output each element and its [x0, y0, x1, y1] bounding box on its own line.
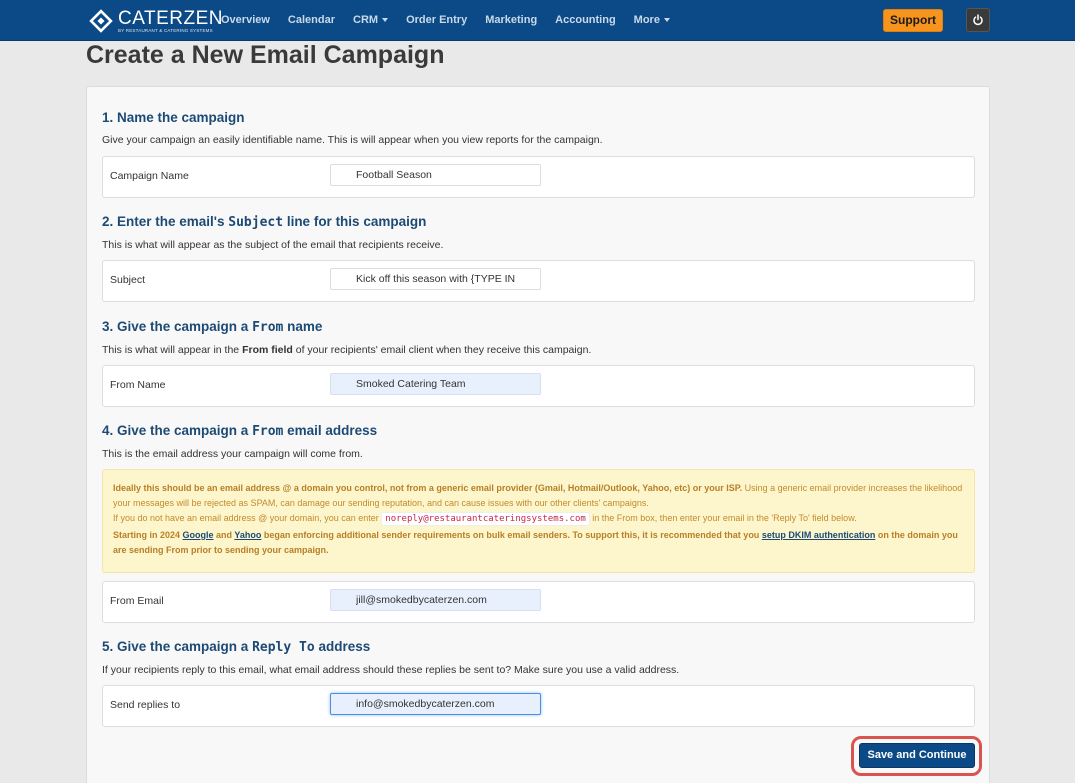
section-subject-title: 2. Enter the email's Subject line for th… — [102, 214, 426, 230]
warning-line-2: If you do not have an email address @ yo… — [113, 511, 964, 527]
title-text: line for this campaign — [283, 214, 427, 229]
noreply-address-code: noreply@restaurantcateringsystems.com — [381, 512, 590, 527]
reply-to-input[interactable] — [330, 693, 541, 715]
title-text: address — [314, 639, 371, 654]
nav-overview[interactable]: Overview — [212, 0, 279, 40]
title-text: 4. Give the campaign a — [102, 423, 253, 438]
caterzen-logo-icon — [88, 8, 114, 34]
nav-label: CRM — [353, 14, 379, 26]
campaign-name-row: Campaign Name — [102, 156, 975, 198]
main-nav: Overview Calendar CRM Order Entry Market… — [212, 0, 679, 40]
section-reply-to-title: 5. Give the campaign a Reply To address — [102, 639, 370, 655]
warning-bold: Starting in 2024 — [113, 529, 183, 540]
desc-bold: From field — [242, 344, 293, 356]
campaign-name-label: Campaign Name — [110, 170, 189, 182]
yahoo-link[interactable]: Yahoo — [234, 530, 261, 540]
section-from-email-title: 4. Give the campaign a From email addres… — [102, 423, 377, 439]
title-text: 5. Give the campaign a — [102, 639, 253, 654]
subject-row: Subject — [102, 260, 975, 302]
from-name-input[interactable] — [330, 373, 541, 395]
section-from-name-title: 3. Give the campaign a From name — [102, 319, 322, 335]
campaign-form-panel: 1. Name the campaign Give your campaign … — [86, 86, 990, 783]
desc-text: of your recipients' email client when th… — [292, 344, 592, 356]
warning-line-1: Ideally this should be an email address … — [113, 481, 964, 511]
google-link[interactable]: Google — [183, 530, 214, 540]
brand-name: CATERZEN — [118, 7, 223, 29]
warning-line-3: Starting in 2024 Google and Yahoo began … — [113, 528, 964, 558]
section-name-title: 1. Name the campaign — [102, 110, 245, 125]
page-title: Create a New Email Campaign — [86, 41, 445, 69]
nav-label: More — [633, 14, 660, 26]
nav-calendar[interactable]: Calendar — [279, 0, 344, 40]
campaign-name-input[interactable] — [330, 164, 541, 186]
reply-to-row: Send replies to — [102, 685, 975, 727]
from-email-label: From Email — [110, 595, 164, 607]
title-code: From — [252, 424, 284, 439]
section-reply-to-desc: If your recipients reply to this email, … — [102, 664, 680, 676]
warning-text: in the From box, then enter your email i… — [589, 513, 857, 524]
brand-logo[interactable]: CATERZEN BY RESTAURANT & CATERING SYSTEM… — [88, 7, 223, 35]
email-domain-warning: Ideally this should be an email address … — [102, 469, 975, 573]
caret-down-icon — [663, 18, 670, 22]
title-code: Subject — [228, 215, 284, 230]
title-text: 3. Give the campaign a — [102, 319, 253, 334]
save-and-continue-button[interactable]: Save and Continue — [859, 743, 975, 768]
subject-label: Subject — [110, 274, 146, 286]
reply-to-label: Send replies to — [110, 699, 181, 711]
title-text: 2. Enter the email's — [102, 214, 229, 229]
warning-text: If you do not have an email address @ yo… — [113, 513, 382, 524]
nav-crm[interactable]: CRM — [344, 0, 397, 40]
support-button[interactable]: Support — [883, 9, 943, 32]
brand-tagline: BY RESTAURANT & CATERING SYSTEMS — [118, 27, 213, 33]
subject-input[interactable] — [330, 268, 541, 290]
from-name-row: From Name — [102, 365, 975, 407]
title-text: email address — [283, 423, 378, 438]
caret-down-icon — [382, 18, 389, 22]
power-icon — [973, 14, 983, 26]
title-code: From — [252, 320, 284, 335]
section-from-name-desc: This is what will appear in the From fie… — [102, 344, 591, 356]
warning-bold: and — [213, 529, 235, 540]
from-email-input[interactable] — [330, 589, 541, 611]
nav-label: Marketing — [485, 14, 538, 26]
nav-more[interactable]: More — [625, 0, 679, 40]
section-subject-desc: This is what will appear as the subject … — [102, 239, 444, 251]
title-text: name — [283, 319, 323, 334]
section-name-desc: Give your campaign an easily identifiabl… — [102, 134, 603, 146]
dkim-setup-link[interactable]: setup DKIM authentication — [762, 530, 876, 540]
nav-label: Calendar — [287, 14, 335, 26]
logout-button[interactable] — [966, 8, 990, 32]
from-email-row: From Email — [102, 581, 975, 623]
warning-bold: began enforcing additional sender requir… — [261, 529, 762, 540]
nav-label: Overview — [221, 14, 270, 26]
title-code: Reply To — [252, 640, 315, 655]
top-navbar: CATERZEN BY RESTAURANT & CATERING SYSTEM… — [0, 0, 1075, 41]
warning-bold: Ideally this should be an email address … — [113, 483, 743, 493]
from-name-label: From Name — [110, 379, 166, 391]
section-from-email-desc: This is the email address your campaign … — [102, 448, 363, 460]
desc-text: This is what will appear in the — [102, 344, 243, 356]
nav-order-entry[interactable]: Order Entry — [397, 0, 476, 40]
nav-label: Order Entry — [406, 14, 468, 26]
nav-label: Accounting — [555, 14, 616, 26]
nav-marketing[interactable]: Marketing — [476, 0, 546, 40]
nav-accounting[interactable]: Accounting — [546, 0, 625, 40]
